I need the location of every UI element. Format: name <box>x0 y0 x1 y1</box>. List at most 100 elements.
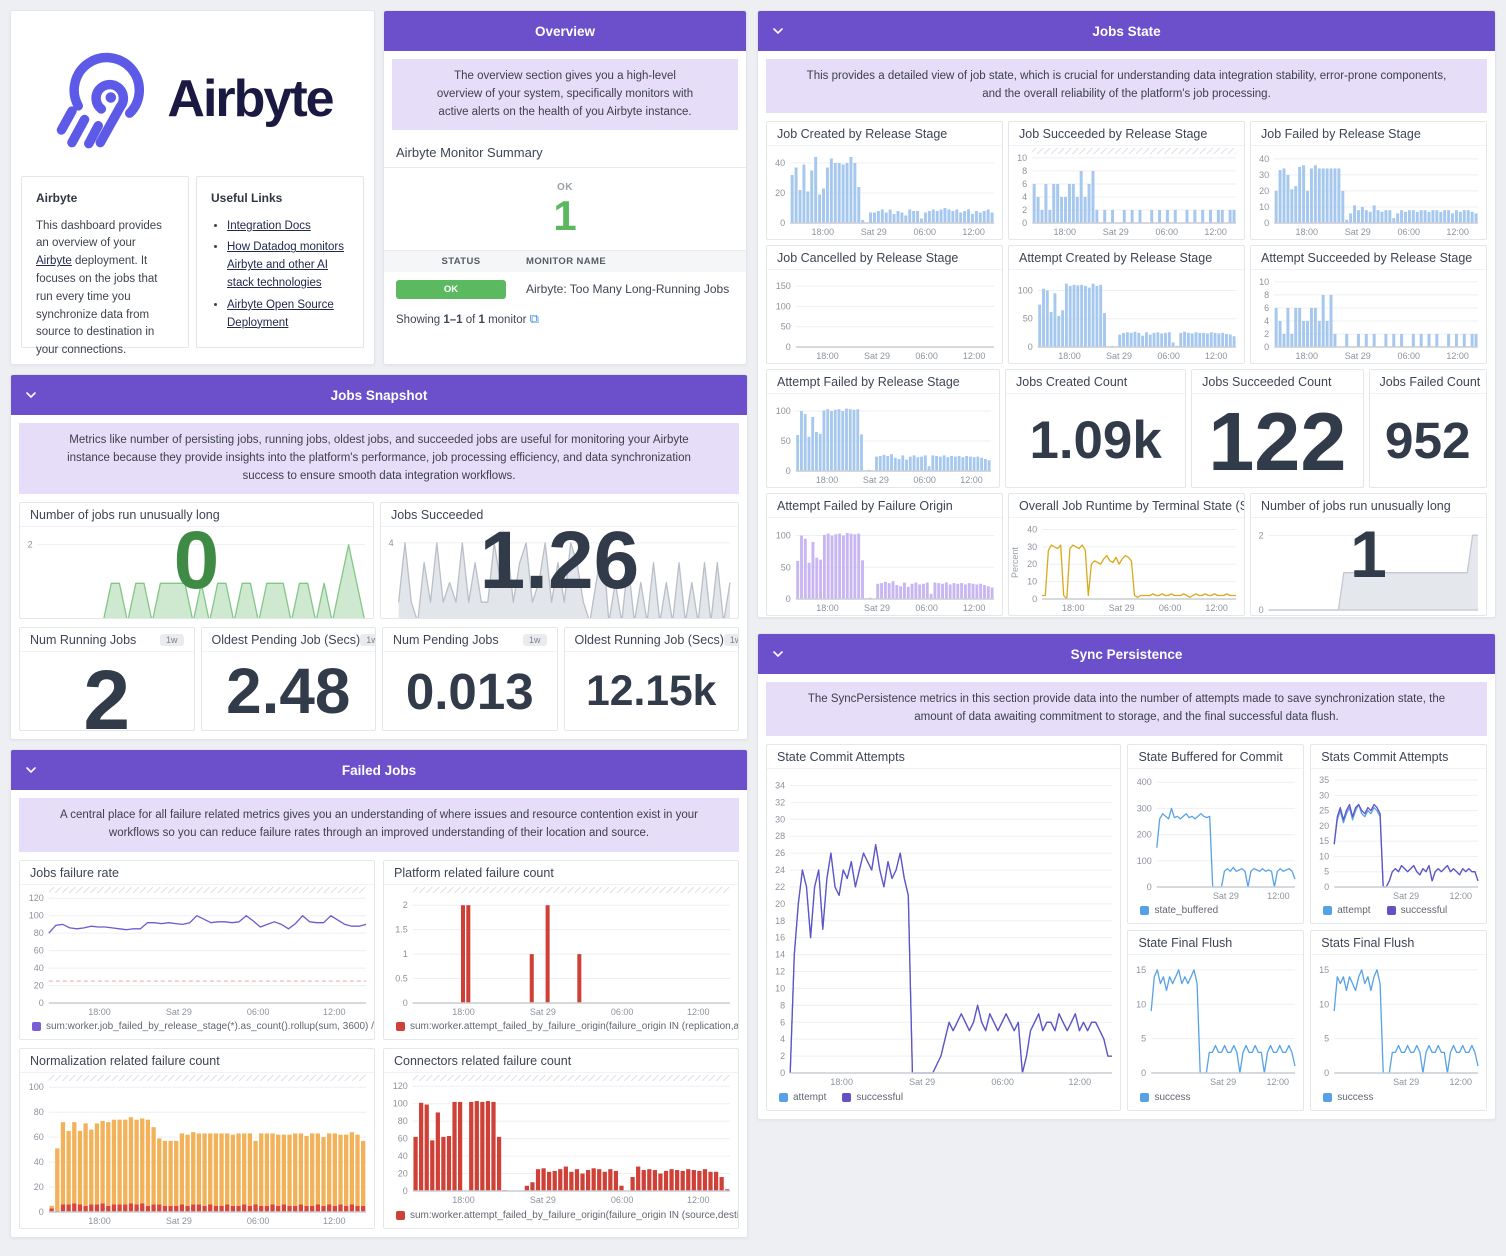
line-chart[interactable]: 0 20 40 60 80 100 120 18:00 Sat 29 06:00 12:00 <box>20 885 374 1019</box>
svg-text:Sat 29: Sat 29 <box>864 351 890 361</box>
stacked-bar-chart[interactable]: 0 20 40 60 80 100 18:00 Sat 29 06:00 12:00 <box>20 1073 374 1228</box>
bar-chart[interactable]: 0 20 40 60 80 100 120 18:00 Sat 29 06:00 12:00 <box>384 1073 738 1207</box>
line-chart[interactable]: 0 10 20 30 40 18:00 Sat 29 06:00 12:00 Percent <box>1009 518 1244 615</box>
widget-job-runtime: Overall Job Runtime by Terminal State (S… <box>1008 492 1245 616</box>
widget-title: Attempt Failed by Release Stage <box>777 374 960 389</box>
svg-text:10: 10 <box>1017 153 1027 163</box>
status-badge[interactable]: OK <box>396 279 506 299</box>
area-chart[interactable]: 02 <box>1251 518 1486 615</box>
legend-swatch <box>32 1022 41 1032</box>
monitor-name[interactable]: Airbyte: Too Many Long-Running Jobs <box>526 282 729 296</box>
monitor-row[interactable]: OK Airbyte: Too Many Long-Running Jobs <box>384 272 746 307</box>
widget-job-succeeded: Job Succeeded by Release Stage 0 2 4 6 8 10 18… <box>1008 120 1245 240</box>
widget-attempt-failed-by-origin: Attempt Failed by Failure Origin 0 50 100 1… <box>766 492 1003 616</box>
svg-text:0: 0 <box>1147 882 1152 892</box>
svg-text:0: 0 <box>39 998 44 1008</box>
widget-title: Job Cancelled by Release Stage <box>777 250 959 265</box>
link-integration-docs[interactable]: Integration Docs <box>227 220 311 232</box>
legend-item[interactable]: success <box>1323 1092 1373 1103</box>
legend-item[interactable]: success <box>1140 1092 1191 1103</box>
bar-chart[interactable]: 0 50 100 150 18:00 Sat 29 06:00 12:00 <box>767 270 1002 363</box>
link-how-datadog-monitors[interactable]: How Datadog monitors Airbyte and other A… <box>227 241 344 289</box>
widget-stats-commit-attempts: Stats Commit Attempts 0 5 10 15 20 25 30 35 Sat … <box>1310 743 1487 925</box>
svg-text:Sat 29: Sat 29 <box>1393 891 1419 901</box>
bar-chart[interactable]: 0 2 4 6 8 10 18:00 Sat 29 06:00 12:00 <box>1009 146 1244 239</box>
widget-jobs-failure-rate: Jobs failure rate 0 20 40 60 80 100 120 18:00 Sa… <box>19 859 375 1041</box>
overview-section-header[interactable]: Overview <box>384 11 746 51</box>
svg-text:30: 30 <box>1259 169 1269 179</box>
svg-text:20: 20 <box>1319 821 1329 831</box>
svg-text:25: 25 <box>1319 805 1329 815</box>
airbyte-link[interactable]: Airbyte <box>36 255 72 267</box>
bar-chart[interactable]: 0 0.5 1 1.5 2 18:00 Sat 29 06:00 12:00 <box>384 885 738 1019</box>
legend-item[interactable]: sum:worker.job_failed_by_release_stage(*… <box>32 1021 374 1032</box>
legend-item[interactable]: attempt <box>779 1092 826 1103</box>
widget-title: State Final Flush <box>1138 936 1233 951</box>
line-chart[interactable]: 0 5 10 15 Sat 29 12:00 <box>1128 955 1303 1089</box>
svg-text:18:00: 18:00 <box>452 1007 475 1017</box>
svg-text:06:00: 06:00 <box>1155 227 1178 237</box>
widget-jobs-created-count: Jobs Created Count 1.09k <box>1005 368 1187 488</box>
bar-chart[interactable]: 0 20 40 18:00 Sat 29 06:00 12:00 <box>767 146 1002 239</box>
chevron-down-icon[interactable] <box>25 389 37 401</box>
svg-text:60: 60 <box>398 1134 408 1144</box>
jobs-state-section-header[interactable]: Jobs State <box>758 11 1495 51</box>
legend-item[interactable]: state_buffered <box>1140 905 1218 916</box>
widget-title: Normalization related failure count <box>30 1054 220 1069</box>
section-failed-jobs: Failed Jobs A central place for all fail… <box>10 749 748 1238</box>
legend-label: sum:worker.attempt_failed_by_failure_ori… <box>410 1210 738 1221</box>
link-airbyte-open-source[interactable]: Airbyte Open Source Deployment <box>227 299 334 329</box>
svg-text:12:00: 12:00 <box>1446 351 1469 361</box>
legend-item[interactable]: successful <box>842 1092 903 1103</box>
chevron-down-icon[interactable] <box>772 25 784 37</box>
bar-chart[interactable]: 0 10 20 30 40 18:00 Sat 29 06:00 12:00 <box>1251 146 1486 239</box>
dashboard-page: Airbyte Airbyte This dashboard provides … <box>0 0 1506 1256</box>
chevron-down-icon[interactable] <box>772 648 784 660</box>
line-chart[interactable]: 0 100 200 300 400 Sat 29 12:00 <box>1128 769 1303 903</box>
area-chart[interactable]: 02 <box>20 527 373 619</box>
bar-chart[interactable]: 0 50 100 18:00 Sat 29 06:00 12:00 <box>767 518 1002 615</box>
svg-text:0: 0 <box>403 1186 408 1196</box>
legend-swatch <box>1386 906 1396 916</box>
timeframe-badge: 1w <box>159 634 184 646</box>
widget-connectors-failure-count: Connectors related failure count 0 20 40 60… <box>383 1048 739 1229</box>
svg-text:5: 5 <box>1324 1034 1329 1044</box>
legend-swatch <box>1323 1093 1333 1102</box>
svg-text:Sat 29: Sat 29 <box>861 227 887 237</box>
legend-item[interactable]: successful <box>1386 905 1447 916</box>
about-text-pre: This dashboard provides an overview of y… <box>36 219 162 250</box>
jobs-state-description: This provides a detailed view of job sta… <box>766 59 1487 113</box>
svg-text:18:00: 18:00 <box>1054 227 1077 237</box>
overview-description: The overview section gives you a high-le… <box>392 59 738 131</box>
svg-text:Sat 29: Sat 29 <box>1103 227 1129 237</box>
svg-text:0: 0 <box>28 617 33 619</box>
line-chart[interactable]: 0 2 4 6 8 10 12 14 16 18 20 22 24 26 28 30 32 34 18:00 Sat … <box>767 769 1120 1089</box>
svg-text:18:00: 18:00 <box>1296 351 1319 361</box>
area-chart[interactable]: 04 <box>381 527 738 619</box>
svg-text:22: 22 <box>775 882 785 892</box>
bar-chart[interactable]: 0 50 100 18:00 Sat 29 06:00 12:00 <box>1009 270 1244 363</box>
bar-chart[interactable]: 0 50 100 18:00 Sat 29 06:00 12:00 <box>767 394 999 487</box>
widget-jobs-succeeded-count: Jobs Succeeded Count 122 <box>1191 368 1364 488</box>
legend-item[interactable]: sum:worker.attempt_failed_by_failure_ori… <box>396 1021 738 1032</box>
svg-text:20: 20 <box>398 1169 408 1179</box>
legend-item[interactable]: sum:worker.attempt_failed_by_failure_ori… <box>396 1210 738 1221</box>
failed-jobs-description: A central place for all failure related … <box>19 798 739 852</box>
external-link-icon[interactable]: ⧉ <box>530 311 539 326</box>
svg-text:150: 150 <box>776 281 791 291</box>
svg-text:12: 12 <box>775 966 785 976</box>
line-chart[interactable]: 0 5 10 15 Sat 29 12:00 <box>1311 955 1486 1089</box>
line-chart[interactable]: 0 5 10 15 20 25 30 35 Sat 29 12:00 <box>1311 769 1486 903</box>
bar-chart[interactable]: 0 2 4 6 8 10 18:00 Sat 29 06:00 12:00 <box>1251 270 1486 363</box>
showing-post: monitor <box>484 313 527 326</box>
jobs-snapshot-section-header[interactable]: Jobs Snapshot <box>11 375 747 415</box>
svg-text:12:00: 12:00 <box>1069 1077 1092 1087</box>
chevron-down-icon[interactable] <box>25 764 37 776</box>
svg-text:12:00: 12:00 <box>1204 227 1227 237</box>
sync-persistence-section-header[interactable]: Sync Persistence <box>758 634 1495 674</box>
failed-jobs-section-header[interactable]: Failed Jobs <box>11 750 747 790</box>
svg-text:15: 15 <box>1319 836 1329 846</box>
monitor-ok-summary: OK 1 <box>384 168 746 251</box>
svg-text:60: 60 <box>34 945 44 955</box>
legend-item[interactable]: attempt <box>1323 905 1371 916</box>
